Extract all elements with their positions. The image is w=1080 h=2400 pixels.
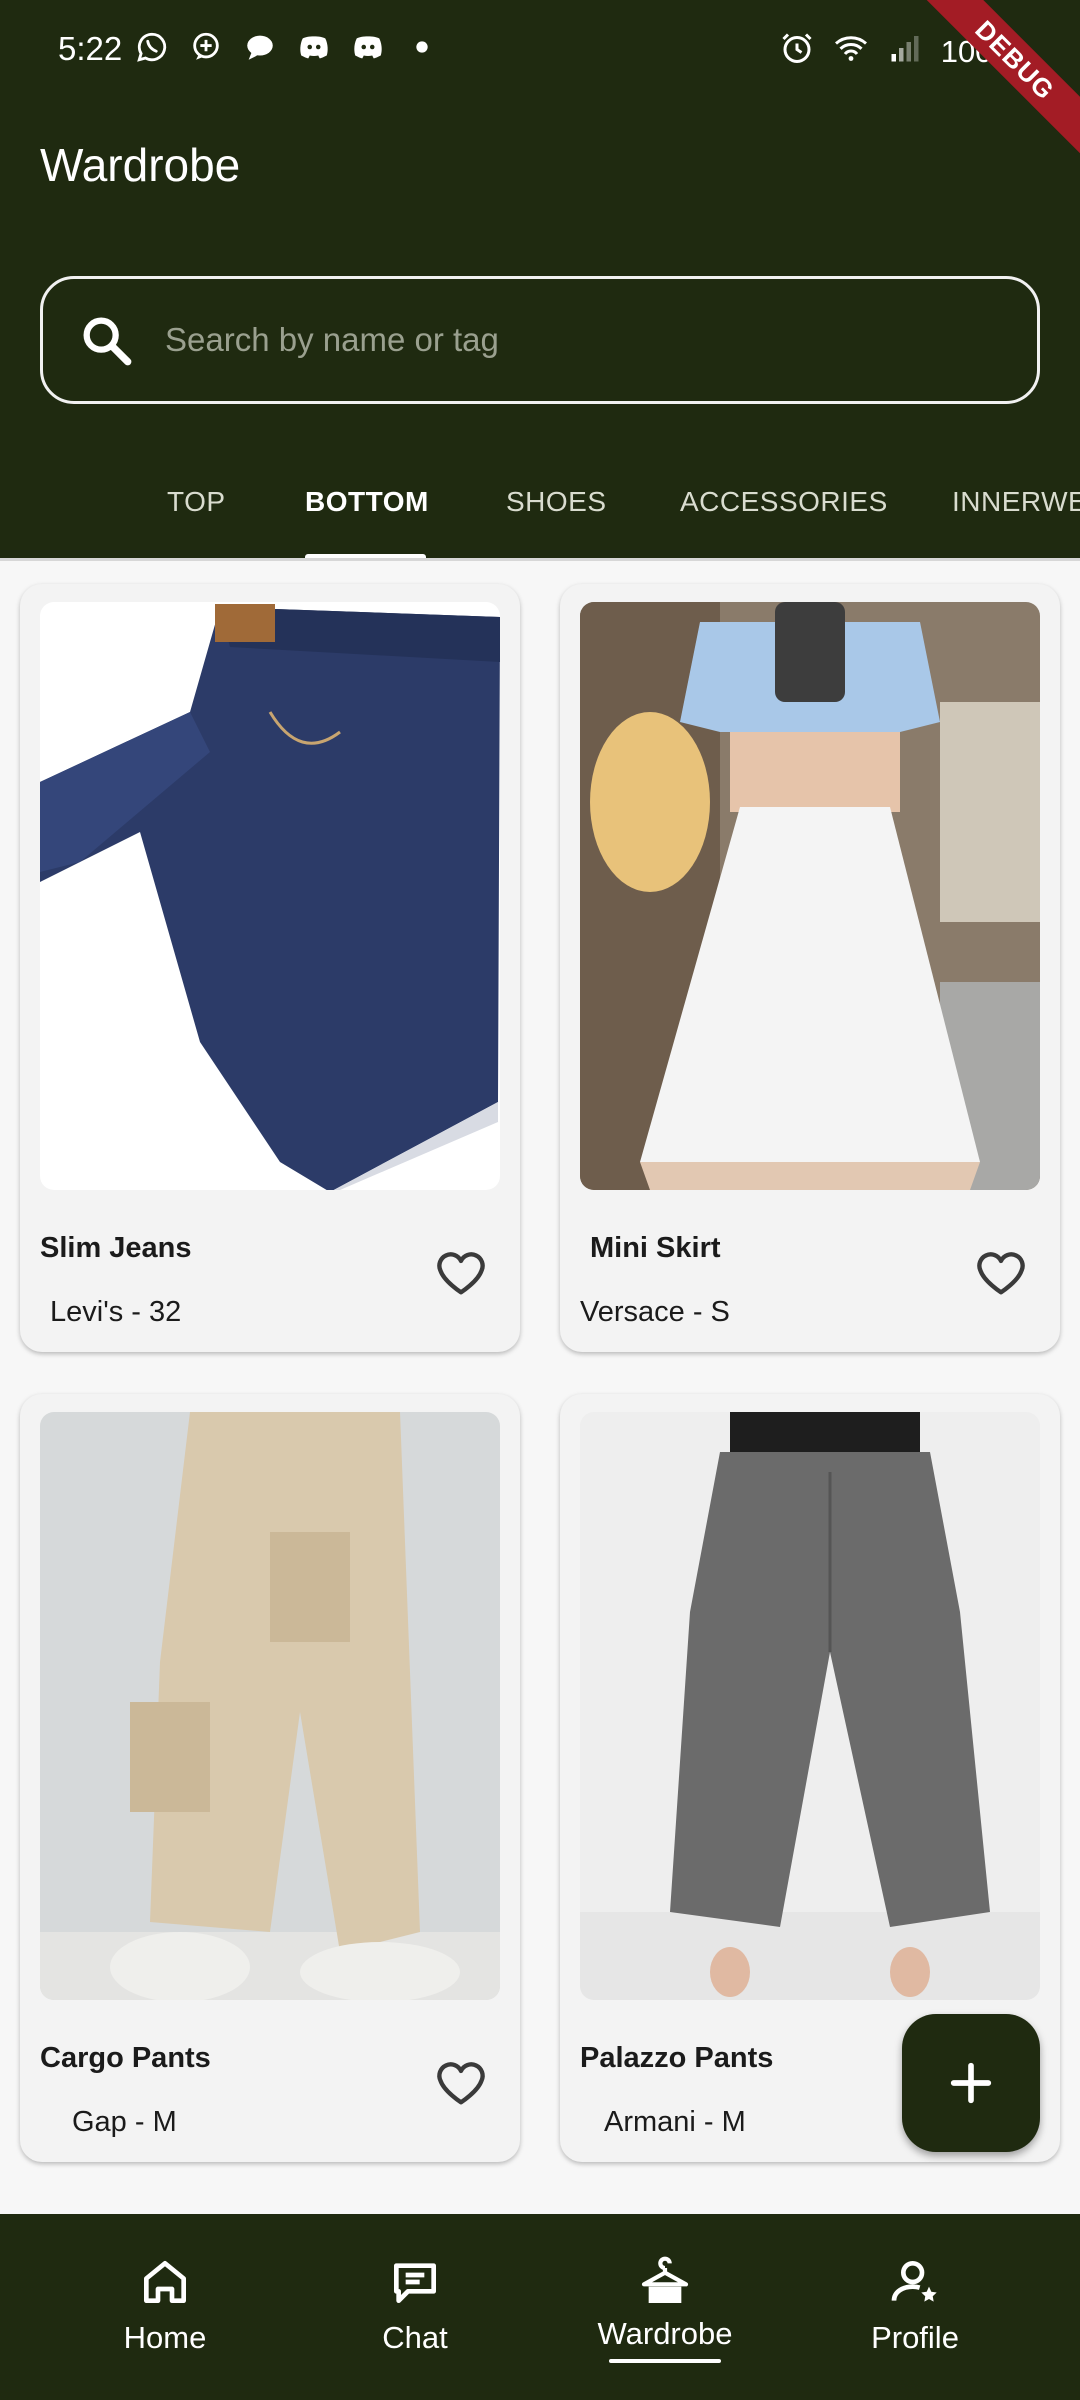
category-tabs: TOP BOTTOM SHOES ACCESSORIES INNERWE [0,470,1080,560]
wifi-icon [833,30,869,74]
wardrobe-screen: 5:22 DEBUG Wardrobe Search by name or ta… [0,0,1080,2400]
item-name: Palazzo Pants [580,2042,774,2074]
app-header: 5:22 DEBUG Wardrobe Search by name or ta… [0,0,1080,561]
plus-icon [950,2062,992,2104]
search-box[interactable] [40,276,1040,404]
page-title: Wardrobe [40,139,241,191]
item-name: Mini Skirt [590,1232,721,1264]
favorite-heart-icon[interactable] [432,1244,490,1302]
tab-bottom[interactable]: BOTTOM [305,486,429,518]
nav-wardrobe[interactable]: Wardrobe [545,2214,785,2400]
white-mini-skirt-photo [580,602,1040,1190]
nav-home[interactable]: Home [45,2214,285,2400]
item-brand-size: Versace - S [580,1296,730,1328]
chat-bubble-icon [243,30,277,64]
item-brand-size: Levi's - 32 [50,1296,182,1328]
add-item-button[interactable] [902,2014,1040,2152]
chat-icon [387,2254,443,2310]
home-icon [137,2254,193,2310]
blue-jeans-photo [40,602,500,1190]
nav-label: Wardrobe [597,2316,733,2351]
beige-cargo-pants-photo [40,1412,500,2000]
item-brand-size: Armani - M [604,2106,746,2138]
favorite-heart-icon[interactable] [972,1244,1030,1302]
tab-accessories[interactable]: ACCESSORIES [680,486,888,518]
discord-icon [351,30,385,64]
nav-profile[interactable]: Profile [795,2214,1035,2400]
wardrobe-item-card[interactable]: Cargo Pants Gap - M [20,1394,520,2162]
status-bar: 5:22 DEBUG [0,0,1080,170]
message-plus-icon [189,30,223,64]
item-name: Cargo Pants [40,2042,211,2074]
notification-icons [135,30,439,64]
wardrobe-item-card[interactable]: Slim Jeans Levi's - 32 [20,584,520,1352]
alarm-icon [779,30,815,74]
tab-innerwear[interactable]: INNERWE [952,486,1080,518]
grey-palazzo-pants-photo [580,1412,1040,2000]
item-brand-size: Gap - M [72,2106,177,2138]
status-time: 5:22 [58,30,123,67]
nav-chat[interactable]: Chat [295,2214,535,2400]
divider [0,558,1080,561]
favorite-heart-icon[interactable] [432,2054,490,2112]
nav-label: Home [123,2320,207,2355]
dot-icon [405,30,439,64]
item-name: Slim Jeans [40,1232,192,1264]
wardrobe-item-card[interactable]: Mini Skirt Versace - S [560,584,1060,1352]
discord-icon [297,30,331,64]
profile-icon [887,2254,943,2310]
active-nav-indicator [609,2359,721,2363]
hanger-icon [637,2254,693,2310]
bottom-navigation: Home Chat Wardrobe Profile [0,2214,1080,2400]
tab-top[interactable]: TOP [167,486,226,518]
signal-icon [887,30,923,74]
debug-banner: DEBUG [905,0,1080,170]
tab-shoes[interactable]: SHOES [506,486,607,518]
whatsapp-icon [135,30,169,64]
nav-label: Chat [382,2320,448,2355]
search-input[interactable] [165,279,1037,401]
search-icon [83,317,132,366]
nav-label: Profile [871,2320,959,2355]
